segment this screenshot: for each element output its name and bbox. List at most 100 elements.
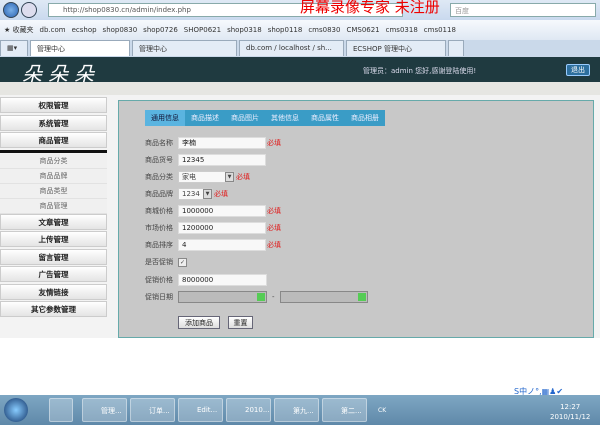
label: 促销日期 <box>145 293 173 301</box>
tab-general[interactable]: 通用信息 <box>145 110 185 126</box>
system-clock[interactable]: 12:27 2010/11/12 <box>550 402 590 422</box>
header-strip <box>0 82 600 95</box>
required-mark: 必填 <box>214 190 228 198</box>
selected-value: 1234 <box>182 190 200 198</box>
favorite-link[interactable]: shop0118 <box>268 26 303 34</box>
sort-order-input[interactable]: 4 <box>178 239 266 251</box>
row-promote-price: 促销价格 8000000 <box>145 274 267 286</box>
browser-tab[interactable]: 管理中心 <box>30 40 130 56</box>
sidebar-item-system[interactable]: 系统管理 <box>0 114 107 131</box>
favorite-link[interactable]: shop0726 <box>143 26 178 34</box>
taskbar-item-editor[interactable]: Edit... <box>178 398 223 422</box>
row-sn: 商品货号 12345 <box>145 154 266 166</box>
required-mark: 必填 <box>267 241 281 249</box>
start-button[interactable] <box>4 398 28 422</box>
browser-tab[interactable]: 管理中心 <box>132 40 237 56</box>
label: 商品分类 <box>145 173 173 181</box>
clock-time: 12:27 <box>560 403 581 411</box>
chevron-down-icon: ▼ <box>225 172 234 182</box>
favorite-link[interactable]: shop0318 <box>227 26 262 34</box>
forward-button[interactable] <box>21 2 37 18</box>
promote-start-date-input[interactable] <box>178 291 267 303</box>
label: 商品名称 <box>145 139 173 147</box>
promote-price-input[interactable]: 8000000 <box>178 274 267 286</box>
new-tab-button[interactable] <box>448 40 464 56</box>
sidebar-item-goods[interactable]: 商品管理 <box>0 132 107 148</box>
back-button[interactable] <box>3 2 19 18</box>
row-promote-date: 促销日期 - <box>145 291 368 303</box>
favorite-link[interactable]: ecshop <box>72 26 97 34</box>
date-separator: - <box>272 293 275 301</box>
sidebar-item-upload[interactable]: 上传管理 <box>0 231 107 247</box>
sidebar-item-messages[interactable]: 留言管理 <box>0 248 107 265</box>
favorites-button[interactable]: ★ 收藏夹 <box>4 25 34 35</box>
row-sort: 商品排序 4 必填 <box>145 239 281 251</box>
clock-date: 2010/11/12 <box>550 413 591 421</box>
watermark: 屏幕录像专家 未注册 <box>300 0 440 16</box>
label: 商品货号 <box>145 156 173 164</box>
row-promote: 是否促销 ✓ <box>145 256 187 268</box>
tab-description[interactable]: 商品描述 <box>185 110 225 126</box>
market-price-input[interactable]: 1200000 <box>178 222 266 234</box>
goods-name-input[interactable]: 李楠 <box>178 137 266 149</box>
sidebar-item-other[interactable]: 其它参数管理 <box>0 301 107 317</box>
taskbar: 管理... 订单... Edit... 2010... 第九... 第二... … <box>0 395 600 425</box>
sidebar-sub-type[interactable]: 商品类型 <box>0 183 107 199</box>
favorite-link[interactable]: cms0830 <box>308 26 340 34</box>
category-select[interactable]: 家电 ▼ <box>178 171 235 183</box>
label: 商城价格 <box>145 207 173 215</box>
taskbar-item-firefox[interactable]: 订单... <box>130 398 175 422</box>
content-blank <box>0 338 600 395</box>
tab-images[interactable]: 商品图片 <box>225 110 265 126</box>
language-indicator[interactable]: CK <box>378 407 386 414</box>
browser-tab[interactable]: db.com / localhost / sh... <box>239 40 344 56</box>
taskbar-item-ie[interactable]: 管理... <box>82 398 127 422</box>
favorite-link[interactable]: CMS0621 <box>346 26 379 34</box>
favorite-link[interactable]: shop0830 <box>103 26 138 34</box>
sidebar-sub-category[interactable]: 商品分类 <box>0 153 107 169</box>
sidebar-item-permissions[interactable]: 权限管理 <box>0 97 107 113</box>
tab-gallery[interactable]: 商品相册 <box>345 110 385 126</box>
browser-tabs: ▦▾ 管理中心 管理中心 db.com / localhost / sh... … <box>0 40 600 57</box>
sidebar: 权限管理 系统管理 商品管理 商品分类 商品品牌 商品类型 商品管理 文章管理 … <box>0 97 107 319</box>
row-brand: 商品品牌 1234 ▼ 必填 <box>145 188 228 200</box>
logout-button[interactable]: 退出 <box>566 64 590 76</box>
row-name: 商品名称 李楠 必填 <box>145 137 281 149</box>
search-input[interactable]: 百度 <box>450 3 596 17</box>
favorites-label: 收藏夹 <box>12 26 34 34</box>
sidebar-item-articles[interactable]: 文章管理 <box>0 213 107 230</box>
form-tabs: 通用信息 商品描述 商品图片 其他信息 商品属性 商品相册 <box>145 110 385 126</box>
label: 商品排序 <box>145 241 173 249</box>
calendar-icon[interactable] <box>357 293 366 301</box>
shop-price-input[interactable]: 1000000 <box>178 205 266 217</box>
goods-sn-input[interactable]: 12345 <box>178 154 266 166</box>
taskbar-item-doc2[interactable]: 第二... <box>322 398 367 422</box>
show-desktop-icon[interactable] <box>49 398 73 422</box>
promote-end-date-input[interactable] <box>279 291 368 303</box>
sidebar-item-links[interactable]: 友情链接 <box>0 283 107 300</box>
taskbar-item-folder[interactable]: 2010... <box>226 398 271 422</box>
sidebar-sub-goods[interactable]: 商品管理 <box>0 198 107 214</box>
favorite-link[interactable]: SHOP0621 <box>184 26 221 34</box>
row-shop-price: 商城价格 1000000 必填 <box>145 205 281 217</box>
quick-tabs-button[interactable]: ▦▾ <box>0 40 28 56</box>
selected-value: 家电 <box>182 173 196 181</box>
add-goods-button[interactable]: 添加商品 <box>178 316 220 329</box>
favorite-link[interactable]: cms0318 <box>386 26 418 34</box>
welcome-text: 管理员：admin 您好,感谢登陆使用! <box>363 67 477 75</box>
calendar-icon[interactable] <box>257 293 265 301</box>
tab-other[interactable]: 其他信息 <box>265 110 305 126</box>
taskbar-item-doc1[interactable]: 第九... <box>274 398 319 422</box>
sidebar-item-ads[interactable]: 广告管理 <box>0 266 107 282</box>
browser-tab[interactable]: ECSHOP 管理中心 <box>346 40 446 56</box>
sidebar-sub-brand[interactable]: 商品品牌 <box>0 168 107 184</box>
reset-button[interactable]: 重置 <box>228 316 253 329</box>
address-bar-area: http://shop0830.cn/admin/index.php 屏幕录像专… <box>0 0 600 20</box>
tab-attributes[interactable]: 商品属性 <box>305 110 345 126</box>
required-mark: 必填 <box>267 224 281 232</box>
label: 是否促销 <box>145 258 173 266</box>
brand-select[interactable]: 1234 ▼ <box>178 188 213 200</box>
promote-checkbox[interactable]: ✓ <box>178 257 187 267</box>
favorite-link[interactable]: cms0118 <box>424 26 456 34</box>
favorite-link[interactable]: db.com <box>40 26 66 34</box>
